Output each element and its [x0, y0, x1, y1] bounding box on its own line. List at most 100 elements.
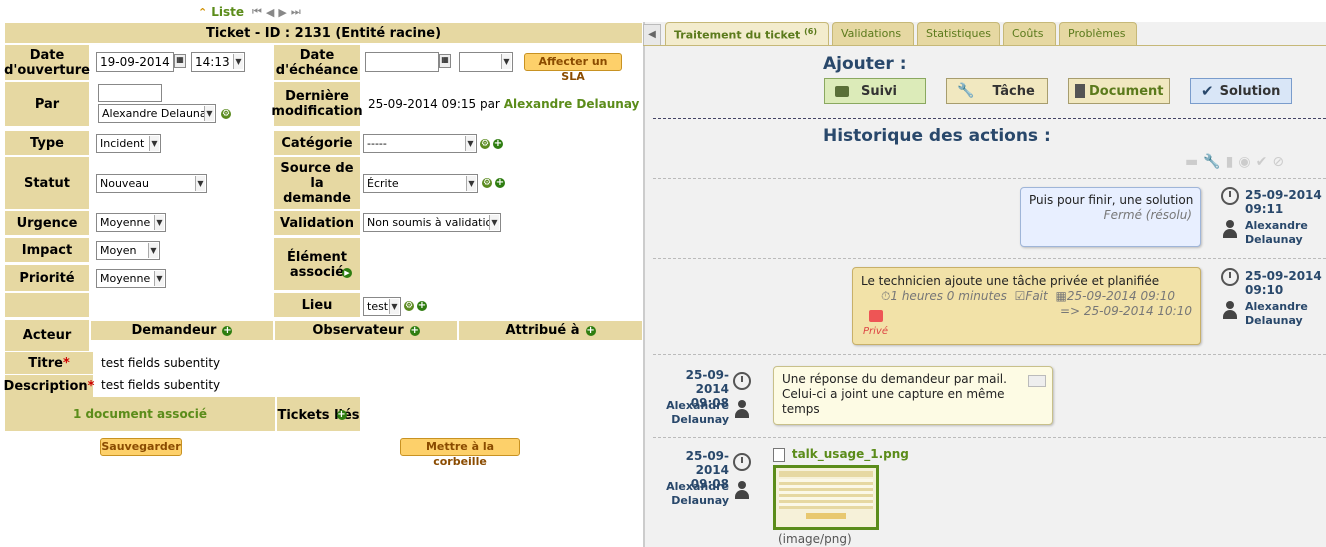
solution-status: Fermé (résolu): [1103, 208, 1192, 222]
document-filename[interactable]: talk_usage_1.png: [792, 447, 909, 461]
check-circle-icon[interactable]: ◉: [1238, 154, 1250, 170]
ban-icon[interactable]: ⊘: [1272, 154, 1284, 170]
add-icon[interactable]: +: [417, 301, 427, 311]
next-icon[interactable]: ▶: [278, 6, 286, 19]
tab-validations[interactable]: Validations: [832, 22, 914, 45]
documents-cell: 1 document associé: [5, 397, 275, 431]
clock-icon: [733, 453, 751, 471]
heure-ouverture-select[interactable]: 14:13 ▼: [191, 52, 245, 72]
document-thumbnail[interactable]: [773, 465, 879, 530]
heure-echeance-select[interactable]: ▼: [459, 52, 513, 72]
tab-traitement[interactable]: Traitement du ticket (6): [665, 22, 829, 45]
chevron-down-icon: ▼: [204, 106, 214, 121]
add-demandeur-icon[interactable]: +: [222, 325, 233, 336]
description-value[interactable]: test fields subentity: [101, 378, 220, 392]
item-user[interactable]: Alexandre Delaunay: [655, 480, 729, 508]
add-icon[interactable]: +: [495, 178, 505, 188]
add-icon[interactable]: +: [493, 139, 503, 149]
priorite-select[interactable]: Moyenne ▼: [96, 269, 166, 288]
impact-select[interactable]: Moyen ▼: [96, 241, 160, 260]
titre-label: Titre: [28, 355, 63, 371]
observateur-header: Observateur +: [275, 321, 457, 340]
tab-problemes[interactable]: Problèmes: [1059, 22, 1137, 45]
user-icon: [734, 400, 750, 418]
info-icon[interactable]: ⚙: [480, 139, 490, 149]
item-date: 25-09-2014 09:10: [1245, 269, 1322, 297]
affecter-sla-button[interactable]: Affecter un SLA: [524, 53, 622, 83]
description-label: Description: [3, 378, 88, 394]
solution-button[interactable]: ✔ Solution: [1190, 78, 1292, 104]
info-icon[interactable]: ⚙: [482, 178, 492, 188]
historique-title: Historique des actions :: [823, 126, 1051, 146]
date-echeance-input[interactable]: [365, 52, 439, 72]
document-button[interactable]: Document: [1068, 78, 1170, 104]
followup-text: Une réponse du demandeur par mail. Celui…: [782, 372, 1007, 416]
add-observateur-icon[interactable]: +: [409, 325, 420, 336]
item-user[interactable]: Alexandre Delaunay: [655, 399, 729, 427]
solution-item: Puis pour finir, une solution Fermé (rés…: [1020, 187, 1201, 247]
par-select[interactable]: Alexandre Delaunay ▼: [98, 104, 216, 123]
type-label: Type: [5, 131, 89, 155]
separator: [653, 178, 1326, 179]
tab-statistiques[interactable]: Statistiques: [917, 22, 1000, 45]
document-icon: [1075, 84, 1085, 98]
tickets-lies-cell: Tickets liés +: [277, 397, 360, 431]
comment-icon[interactable]: ▬: [1185, 154, 1198, 170]
chevron-down-icon: ▼: [466, 176, 476, 191]
list-navigation: ⌃ Liste ⏮ ◀ ▶ ⏭: [198, 4, 301, 20]
add-ticket-lie-icon[interactable]: +: [336, 410, 347, 420]
urgence-select[interactable]: Moyenne ▼: [96, 213, 166, 232]
item-user[interactable]: Alexandre Delaunay: [1245, 300, 1308, 328]
statut-select[interactable]: Nouveau ▼: [96, 174, 207, 193]
clock-icon: [1221, 187, 1239, 205]
titre-label-cell: Titre *: [5, 352, 93, 374]
expand-icon[interactable]: ▶: [342, 268, 352, 278]
calendar-icon[interactable]: ▦: [174, 54, 186, 68]
tab-couts[interactable]: Coûts: [1003, 22, 1056, 45]
collapse-panel-button[interactable]: ◀: [643, 24, 661, 46]
par-search-input[interactable]: [98, 84, 162, 102]
info-icon[interactable]: ⚙: [221, 109, 231, 119]
user-icon: [1222, 220, 1238, 238]
ajouter-title: Ajouter :: [823, 54, 907, 74]
tache-button[interactable]: 🔧 Tâche: [946, 78, 1048, 104]
item-user[interactable]: Alexandre Delaunay: [1245, 219, 1308, 247]
suivi-button[interactable]: Suivi: [824, 78, 926, 104]
save-button[interactable]: Sauvegarder: [100, 438, 182, 456]
last-icon[interactable]: ⏭: [291, 5, 301, 19]
check-icon[interactable]: ✔: [1256, 154, 1268, 170]
prev-icon[interactable]: ◀: [266, 6, 274, 19]
trash-button[interactable]: Mettre à la corbeille: [400, 438, 520, 468]
tickets-lies-label: Tickets liés: [277, 408, 360, 423]
calendar-icon[interactable]: ▦: [439, 54, 451, 68]
type-select[interactable]: Incident ▼: [96, 134, 161, 153]
documents-link[interactable]: 1 document associé: [73, 407, 207, 422]
description-label-cell: Description *: [3, 375, 94, 397]
info-icon[interactable]: ⚙: [404, 301, 414, 311]
demandeur-header: Demandeur +: [91, 321, 273, 340]
up-arrow-icon[interactable]: ⌃: [198, 6, 207, 19]
first-icon[interactable]: ⏮: [252, 5, 262, 19]
attribue-label: Attribué à: [505, 323, 580, 338]
priorite-label: Priorité: [5, 265, 89, 291]
acteur-label: Acteur: [5, 320, 89, 351]
lieu-select[interactable]: test ▼: [363, 297, 401, 316]
categorie-select[interactable]: ----- ▼: [363, 134, 477, 153]
titre-value[interactable]: test fields subentity: [101, 356, 220, 370]
date-ouverture-input[interactable]: 19-09-2014: [96, 52, 174, 72]
calendar-icon: ▦: [1055, 289, 1067, 303]
derniere-modification-user[interactable]: Alexandre Delaunay: [504, 97, 640, 111]
ticket-header: Ticket - ID : 2131 (Entité racine): [5, 23, 642, 43]
document-icon[interactable]: ▮: [1226, 154, 1234, 170]
add-attribue-icon[interactable]: +: [585, 325, 596, 336]
document-item: talk_usage_1.png: [773, 447, 909, 462]
thumbnail-footer: [806, 513, 846, 519]
user-icon: [734, 481, 750, 499]
clock-icon: [733, 372, 751, 390]
thumbnail-header: [779, 471, 873, 477]
source-demande-select[interactable]: Écrite ▼: [363, 174, 478, 193]
validation-select[interactable]: Non soumis à validation ▼: [363, 213, 501, 232]
chevron-down-icon: ▼: [149, 136, 159, 151]
liste-link[interactable]: Liste: [211, 5, 244, 19]
wrench-icon[interactable]: 🔧: [1203, 154, 1220, 170]
